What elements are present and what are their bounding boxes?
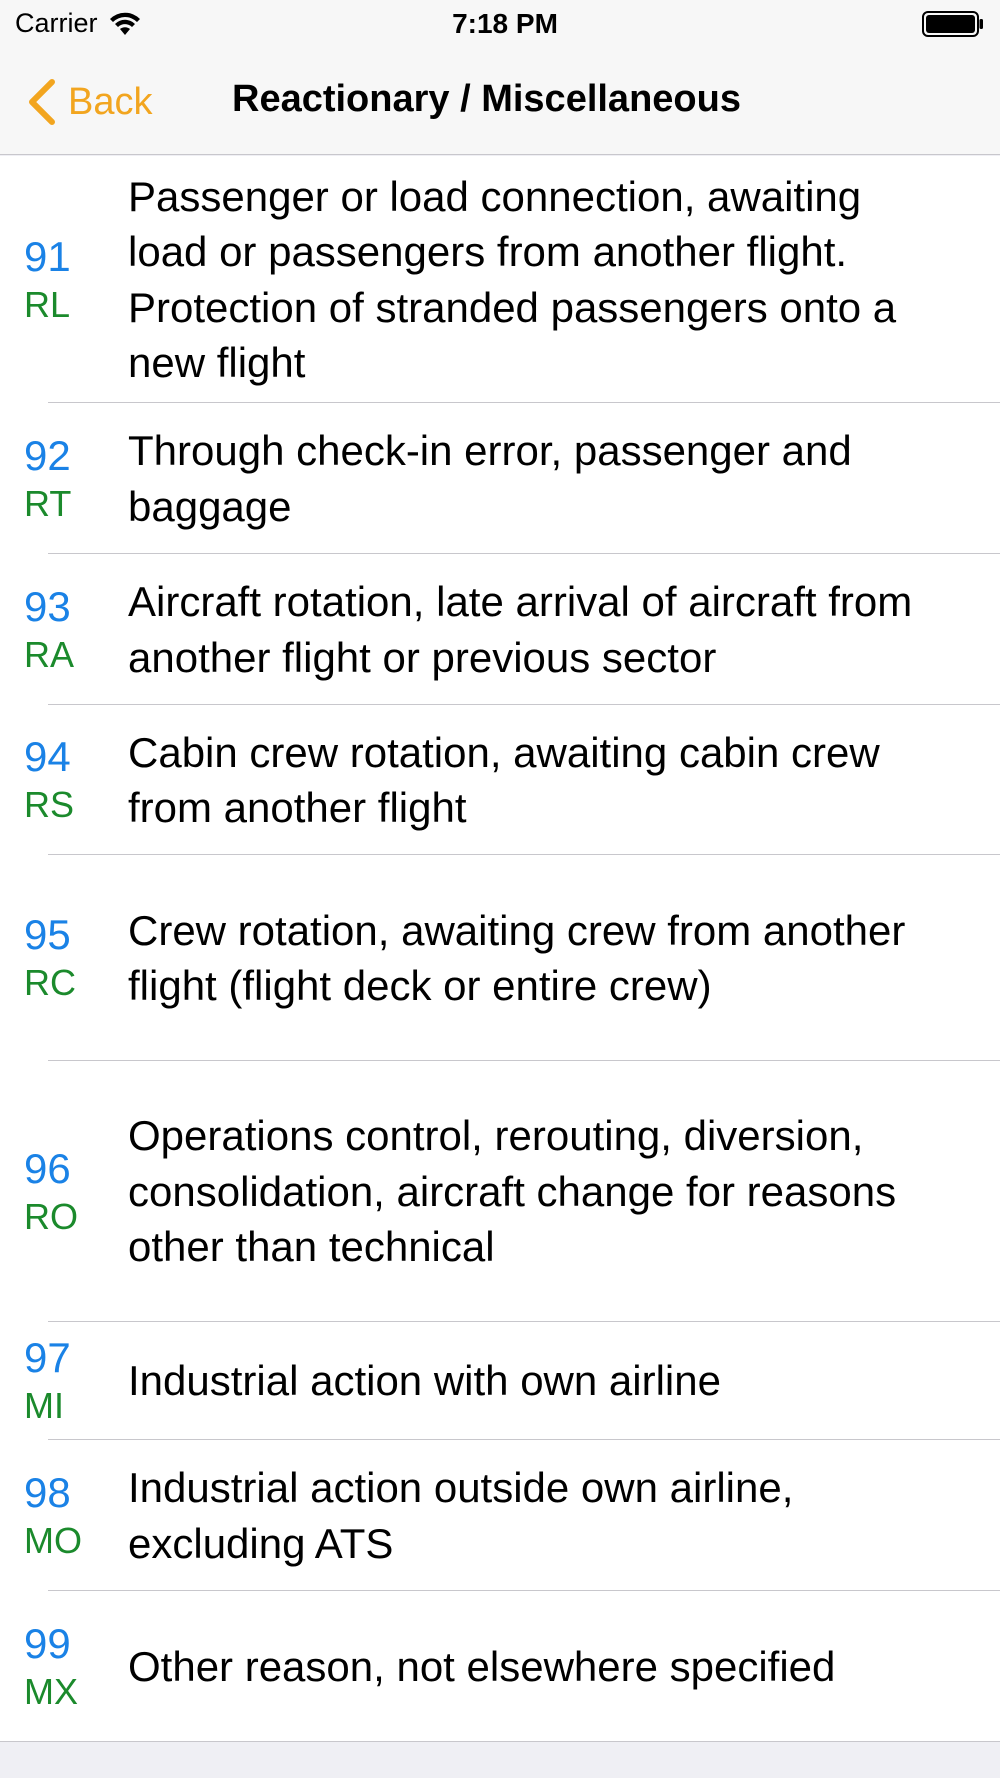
- code-description: Cabin crew rotation, awaiting cabin crew…: [128, 728, 880, 832]
- list-item[interactable]: 95 RC Crew rotation, awaiting crew from …: [0, 855, 1000, 1061]
- status-bar: Carrier 7:18 PM: [0, 0, 1000, 50]
- code-abbreviation: RT: [24, 482, 72, 524]
- code-description: Passenger or load connection, awaiting l…: [128, 172, 897, 387]
- code-number: 97: [24, 1334, 71, 1381]
- code-number: 92: [24, 431, 71, 479]
- delay-code-list: 91 RL Passenger or load connection, awai…: [0, 156, 1000, 1742]
- list-footer: [0, 1742, 1000, 1778]
- back-button[interactable]: Back: [26, 72, 152, 132]
- code-description: Operations control, rerouting, diversion…: [128, 1112, 897, 1271]
- status-time: 7:18 PM: [452, 8, 558, 39]
- back-label: Back: [68, 80, 153, 123]
- code-description: Other reason, not elsewhere specified: [128, 1642, 836, 1690]
- code-number: 96: [24, 1144, 71, 1192]
- chevron-left-icon: [29, 79, 55, 125]
- code-number: 94: [24, 733, 71, 780]
- code-column: 95 RC: [0, 910, 128, 1006]
- code-abbreviation: RS: [24, 784, 75, 825]
- list-item[interactable]: 97 MI Industrial action with own airline: [0, 1322, 1000, 1440]
- code-description: Industrial action outside own airline, e…: [128, 1464, 794, 1567]
- code-abbreviation: RC: [24, 962, 76, 1003]
- code-column: 97 MI: [0, 1333, 128, 1429]
- list-item[interactable]: 96 RO Operations control, rerouting, div…: [0, 1061, 1000, 1322]
- code-description: Aircraft rotation, late arrival of aircr…: [128, 578, 913, 681]
- code-column: 93 RA: [0, 582, 128, 678]
- list-item[interactable]: 91 RL Passenger or load connection, awai…: [0, 156, 1000, 403]
- code-number: 93: [24, 582, 71, 630]
- code-number: 91: [24, 232, 71, 280]
- code-abbreviation: MX: [24, 1670, 78, 1712]
- code-number: 98: [24, 1468, 71, 1516]
- code-abbreviation: RO: [24, 1195, 78, 1237]
- list-item[interactable]: 94 RS Cabin crew rotation, awaiting cabi…: [0, 705, 1000, 855]
- code-abbreviation: RL: [24, 283, 71, 325]
- code-abbreviation: MI: [24, 1385, 64, 1426]
- list-item[interactable]: 92 RT Through check-in error, passenger …: [0, 403, 1000, 554]
- code-column: 98 MO: [0, 1468, 128, 1564]
- code-column: 91 RL: [0, 232, 128, 328]
- battery-icon: [922, 11, 983, 37]
- code-column: 96 RO: [0, 1144, 128, 1240]
- code-column: 94 RS: [0, 732, 128, 828]
- code-number: 95: [24, 911, 71, 958]
- navigation-bar: Back Reactionary / Miscellaneous: [0, 50, 1000, 155]
- list-item[interactable]: 99 MX Other reason, not elsewhere specif…: [0, 1591, 1000, 1742]
- code-number: 99: [24, 1619, 71, 1667]
- code-column: 99 MX: [0, 1619, 128, 1715]
- list-item[interactable]: 98 MO Industrial action outside own airl…: [0, 1440, 1000, 1591]
- code-description: Crew rotation, awaiting crew from anothe…: [128, 906, 906, 1010]
- code-column: 92 RT: [0, 431, 128, 527]
- list-item[interactable]: 93 RA Aircraft rotation, late arrival of…: [0, 554, 1000, 705]
- code-abbreviation: MO: [24, 1519, 82, 1561]
- page-title: Reactionary / Miscellaneous: [232, 78, 741, 120]
- code-description: Industrial action with own airline: [128, 1357, 721, 1405]
- code-abbreviation: RA: [24, 633, 75, 675]
- code-description: Through check-in error, passenger and ba…: [128, 427, 852, 530]
